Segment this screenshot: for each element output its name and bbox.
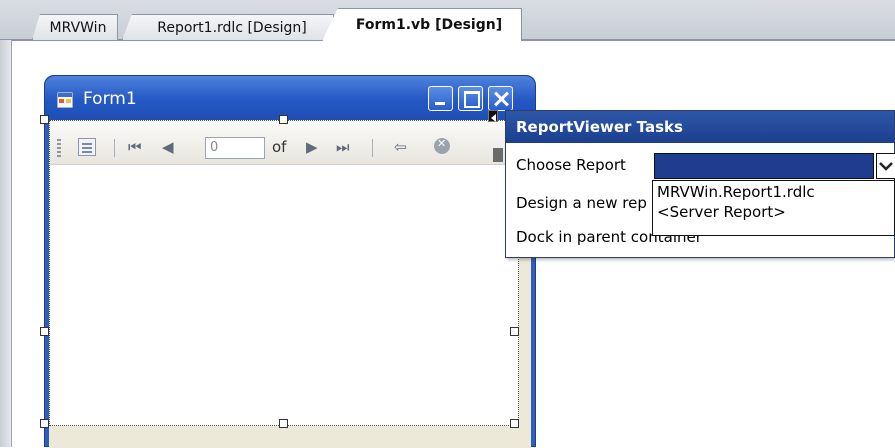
page-of-label: of [272,138,287,156]
dropdown-option[interactable]: MRVWin.Report1.rdlc [657,183,815,201]
resize-handle[interactable] [279,115,288,124]
choose-report-label: Choose Report [516,156,626,174]
smart-tag-glyph[interactable] [488,110,498,122]
form-icon [57,92,73,108]
document-map-icon[interactable] [78,138,96,156]
page-number-input[interactable]: 0 [205,137,265,159]
dock-in-parent-text: Dock in parent co [516,228,649,246]
document-tab-strip: MRVWin Report1.rdlc [Design] Form1.vb [D… [0,0,895,41]
form-title-bar[interactable]: Form1 [45,76,535,120]
designer-left-edge [0,40,12,447]
design-new-report-link[interactable]: Design a new rep [516,194,647,212]
resize-handle[interactable] [510,419,519,428]
tab-form1-design[interactable]: Form1.vb [Design] [322,8,522,41]
form-client-area[interactable]: ⏮ ◀ 0 of ▶ ⏭ ⇦ [49,120,531,448]
choose-report-combobox[interactable] [654,153,874,179]
close-icon[interactable] [488,86,513,111]
back-icon[interactable]: ⇦ [394,137,407,157]
previous-page-icon[interactable]: ◀ [162,137,174,157]
maximize-icon[interactable] [458,86,483,111]
tab-mrvwin[interactable]: MRVWin [32,14,118,40]
last-page-icon[interactable]: ⏭ [336,137,350,157]
tab-report1-design[interactable]: Report1.rdlc [Design] [122,14,334,40]
resize-handle[interactable] [510,327,519,336]
toolbar-separator [372,139,373,157]
resize-handle[interactable] [40,115,49,124]
tasks-panel-header: ReportViewer Tasks [506,111,894,143]
form-window[interactable]: Form1 ⏮ ◀ 0 of ▶ ⏭ ⇦ [44,75,536,448]
next-page-icon[interactable]: ▶ [306,137,318,157]
resize-handle[interactable] [40,327,49,336]
resize-handle[interactable] [40,419,49,428]
minimize-icon[interactable] [428,86,453,111]
design-new-report-text: Design a new re [516,194,638,212]
first-page-icon[interactable]: ⏮ [128,137,142,157]
tasks-panel-title: ReportViewer Tasks [516,118,683,136]
resize-handle[interactable] [279,419,288,428]
toolbar-overflow-icon[interactable] [493,148,503,162]
chevron-down-icon[interactable] [876,153,895,179]
report-viewer-control[interactable]: ⏮ ◀ 0 of ▶ ⏭ ⇦ [49,120,519,426]
report-viewer-toolbar: ⏮ ◀ 0 of ▶ ⏭ ⇦ [50,121,518,165]
toolbar-separator [114,139,115,157]
choose-report-dropdown-list: MRVWin.Report1.rdlc <Server Report> [652,180,895,236]
stop-icon[interactable] [434,137,450,154]
form-title: Form1 [83,89,137,109]
design-new-report-tail: p [637,194,647,212]
dropdown-option[interactable]: <Server Report> [657,203,786,221]
toolbar-grip[interactable] [57,139,61,157]
